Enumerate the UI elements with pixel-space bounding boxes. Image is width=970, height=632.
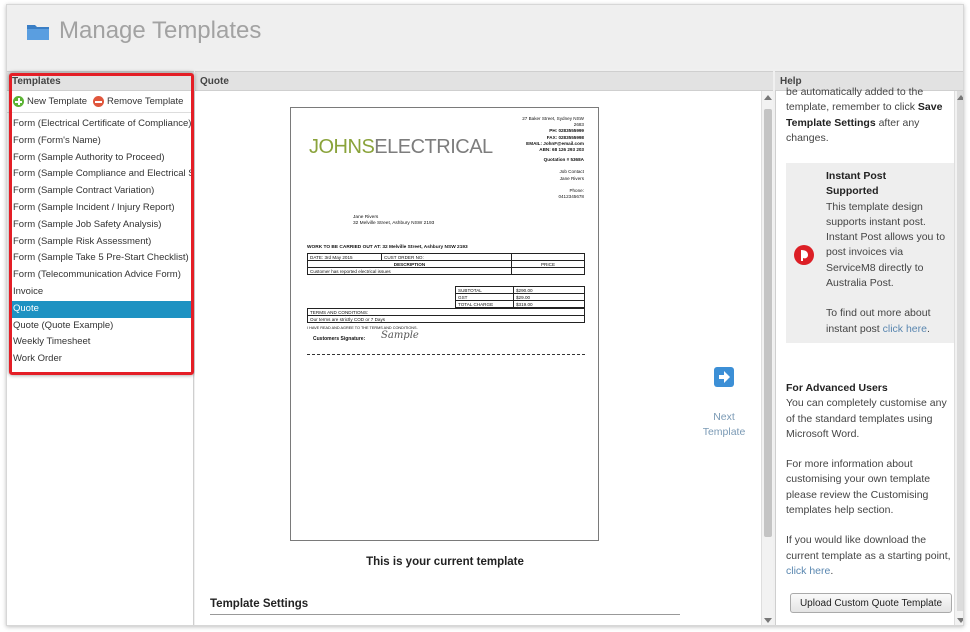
template-item[interactable]: Form (Sample Job Safety Analysis) bbox=[10, 217, 191, 234]
signature-sample: Sample bbox=[381, 330, 419, 341]
divider bbox=[210, 614, 680, 615]
subtotal-value: $290.00 bbox=[513, 286, 585, 294]
advanced-users-section: For Advanced Users You can completely cu… bbox=[786, 381, 956, 579]
terms-text: Our terms are strictly COD or 7 Days bbox=[307, 315, 585, 323]
template-actions: New Template Remove Template bbox=[7, 91, 194, 113]
gst-value: $29.00 bbox=[513, 293, 585, 301]
item-cell: Customer has reported electrical issues bbox=[307, 267, 512, 275]
more-info-body: For more information about customising y… bbox=[786, 458, 931, 517]
current-template-label: This is your current template bbox=[366, 556, 524, 568]
remove-icon bbox=[93, 96, 104, 107]
template-item[interactable]: Form (Sample Compliance and Electrical S… bbox=[10, 166, 191, 183]
scroll-thumb[interactable] bbox=[764, 109, 772, 537]
gst-label: GST bbox=[455, 293, 514, 301]
client-address: 32 Melville Street, Ashbury NSW 2193 bbox=[353, 221, 435, 227]
template-item[interactable]: Form (Telecommunication Advice Form) bbox=[10, 267, 191, 284]
template-item-selected[interactable]: Quote bbox=[10, 300, 191, 318]
template-item[interactable]: Quote (Quote Example) bbox=[10, 318, 191, 335]
templates-panel: New Template Remove Template Form (Elect… bbox=[7, 73, 194, 625]
work-location: WORK TO BE CARRIED OUT AT: 32 Melville S… bbox=[307, 245, 468, 250]
template-settings-heading: Template Settings bbox=[210, 598, 309, 610]
template-item[interactable]: Form (Sample Contract Variation) bbox=[10, 183, 191, 200]
company-logo: JOHNSELECTRICAL bbox=[309, 136, 493, 159]
center-scrollbar[interactable] bbox=[761, 91, 773, 625]
advanced-title: For Advanced Users bbox=[786, 382, 888, 394]
terms-table: TERMS AND CONDITIONS: Our terms are stri… bbox=[307, 308, 585, 323]
remove-template-label: Remove Template bbox=[107, 96, 184, 107]
download-click-here-link[interactable]: click here bbox=[786, 565, 830, 577]
scroll-up-icon[interactable] bbox=[764, 95, 772, 100]
upload-custom-template-button[interactable]: Upload Custom Quote Template bbox=[790, 593, 952, 613]
signature-label: Customers Signature: bbox=[313, 336, 366, 342]
quote-panel: 27 Baker Street, Sydney NSW 2683 PH: 028… bbox=[195, 91, 773, 625]
scroll-down-icon[interactable] bbox=[764, 618, 772, 623]
client-block: Jane Rivers 32 Melville Street, Ashbury … bbox=[353, 215, 434, 227]
australia-post-icon bbox=[794, 245, 814, 265]
template-item[interactable]: Form (Sample Take 5 Pre-Start Checklist) bbox=[10, 250, 191, 267]
download-text: If you would like download the current t… bbox=[786, 534, 951, 562]
page-header: Manage Templates bbox=[7, 5, 963, 69]
logo-part-a: JOHNS bbox=[309, 136, 375, 158]
manage-templates-window: Manage Templates Templates Quote Help Ne… bbox=[6, 4, 964, 626]
page-title: Manage Templates bbox=[59, 17, 262, 44]
template-item[interactable]: Work Order bbox=[10, 351, 191, 368]
template-item[interactable]: Form (Form's Name) bbox=[10, 133, 191, 150]
ip-more: To find out more about instant post clic… bbox=[826, 307, 931, 335]
download-info: If you would like download the current t… bbox=[786, 534, 951, 577]
blank-cell bbox=[511, 253, 585, 261]
total-value: $319.00 bbox=[513, 300, 585, 308]
ip-title-2: Supported bbox=[826, 185, 879, 198]
template-list: Form (Electrical Certificate of Complian… bbox=[10, 116, 191, 368]
subtotal-label: SUBTOTAL bbox=[455, 286, 514, 294]
ip-title-1: Instant Post bbox=[826, 170, 887, 182]
new-template-button[interactable]: New Template bbox=[13, 96, 87, 107]
date-cell: DATE: 3rd May 2015 bbox=[307, 253, 382, 261]
help-intro-a: be automatically added to the template, … bbox=[786, 86, 924, 114]
template-item[interactable]: Form (Sample Incident / Injury Report) bbox=[10, 200, 191, 217]
new-template-label: New Template bbox=[27, 96, 88, 107]
quote-panel-title: Quote bbox=[195, 71, 773, 91]
terms-label: TERMS AND CONDITIONS: bbox=[307, 308, 585, 316]
add-icon bbox=[13, 96, 24, 107]
next-label: Next bbox=[713, 411, 735, 423]
help-scrollbar[interactable] bbox=[954, 91, 963, 625]
folder-icon bbox=[27, 25, 49, 40]
help-intro: be automatically added to the template, … bbox=[786, 85, 956, 146]
template-preview: 27 Baker Street, Sydney NSW 2683 PH: 028… bbox=[290, 107, 599, 541]
price-header: PRICE bbox=[511, 260, 585, 268]
templates-panel-title: Templates bbox=[7, 71, 194, 91]
instant-post-box: Instant Post Supported This template des… bbox=[786, 163, 954, 343]
help-panel: be automatically added to the template, … bbox=[775, 86, 963, 625]
totals-table: SUBTOTAL $290.00 GST $29.00 TOTAL CHARGE $3… bbox=[455, 286, 585, 308]
template-item[interactable]: Form (Electrical Certificate of Complian… bbox=[10, 116, 191, 133]
quote-header-table: DATE: 3rd May 2015 CUST ORDER NO: DESCRI… bbox=[307, 253, 585, 275]
total-label: TOTAL CHARGE bbox=[455, 300, 514, 308]
help-scroll-up-icon[interactable] bbox=[957, 95, 963, 100]
advanced-body: You can completely customise any of the … bbox=[786, 397, 947, 440]
help-scroll-thumb[interactable] bbox=[957, 91, 963, 611]
template-item[interactable]: Invoice bbox=[10, 284, 191, 301]
order-no-cell: CUST ORDER NO: bbox=[381, 253, 512, 261]
description-header: DESCRIPTION bbox=[307, 260, 512, 268]
help-scroll-down-icon[interactable] bbox=[957, 618, 963, 623]
next-arrow-icon bbox=[714, 367, 734, 387]
phone-number: 0412345678 bbox=[558, 194, 584, 200]
remove-template-button[interactable]: Remove Template bbox=[93, 96, 183, 107]
ip-click-here-link[interactable]: click here bbox=[883, 323, 927, 335]
instant-post-text: Instant Post Supported This template des… bbox=[826, 169, 950, 337]
tear-line bbox=[307, 354, 585, 355]
template-item[interactable]: Weekly Timesheet bbox=[10, 334, 191, 351]
template-item[interactable]: Form (Sample Risk Assessment) bbox=[10, 234, 191, 251]
ip-body: This template design supports instant po… bbox=[826, 200, 946, 290]
next-template-button[interactable]: Next Template bbox=[691, 366, 757, 440]
quote-document: 27 Baker Street, Sydney NSW 2683 PH: 028… bbox=[291, 108, 598, 540]
logo-part-b: ELECTRICAL bbox=[374, 136, 493, 158]
next-label-2: Template bbox=[702, 426, 746, 438]
template-item[interactable]: Form (Sample Authority to Proceed) bbox=[10, 150, 191, 167]
item-price-cell bbox=[511, 267, 585, 275]
